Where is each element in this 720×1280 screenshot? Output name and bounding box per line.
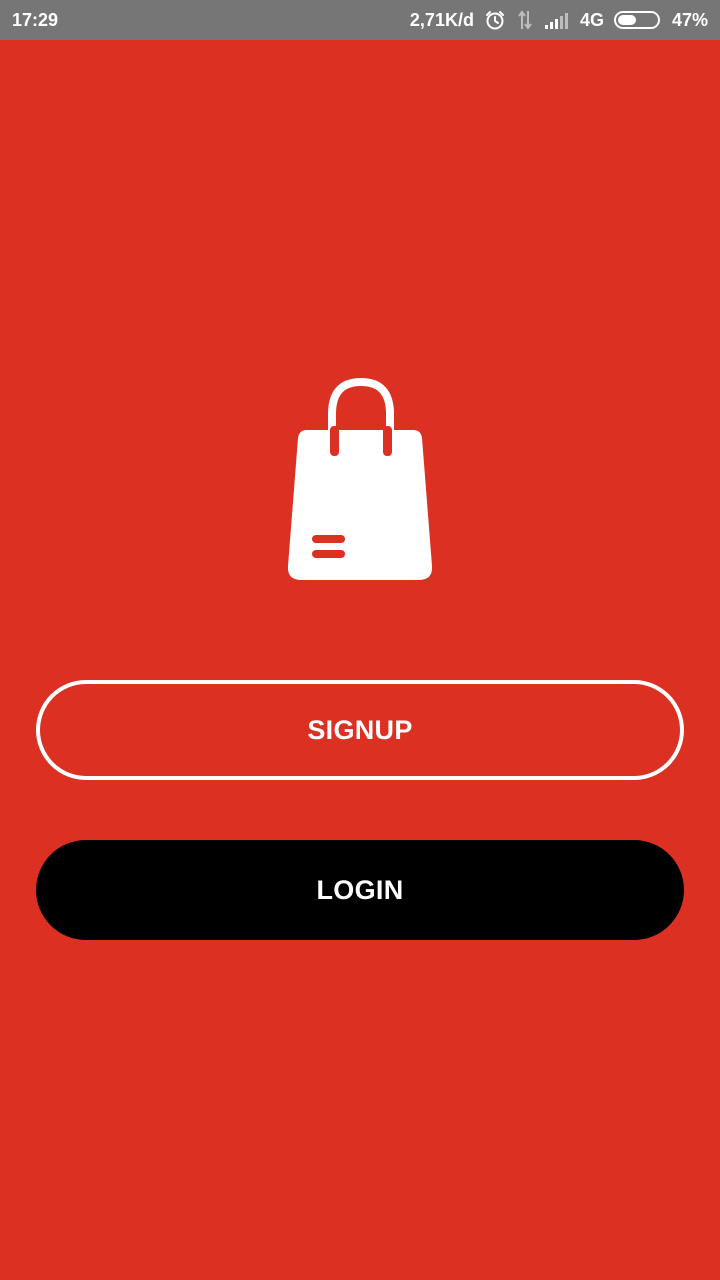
battery-percent: 47% xyxy=(671,9,708,30)
battery-icon xyxy=(613,10,662,30)
signup-button[interactable]: SIGNUP xyxy=(36,680,684,780)
network-speed: 2,71K/d xyxy=(409,9,474,30)
status-left: 17:29 xyxy=(12,10,58,31)
status-time: 17:29 xyxy=(12,9,59,30)
network-type: 4G xyxy=(579,9,604,30)
alarm-icon xyxy=(484,9,506,31)
shopping-bag-icon xyxy=(287,377,433,582)
status-bar: 17:29 2,71K/d 4G 47% xyxy=(0,0,720,40)
data-transfer-icon xyxy=(516,9,534,31)
signal-icon xyxy=(544,10,570,30)
login-button[interactable]: LOGIN xyxy=(36,840,684,940)
login-button-label: LOGIN xyxy=(316,874,404,905)
signup-button-label: SIGNUP xyxy=(307,714,413,745)
status-right: 2,71K/d 4G 47% xyxy=(410,9,708,31)
